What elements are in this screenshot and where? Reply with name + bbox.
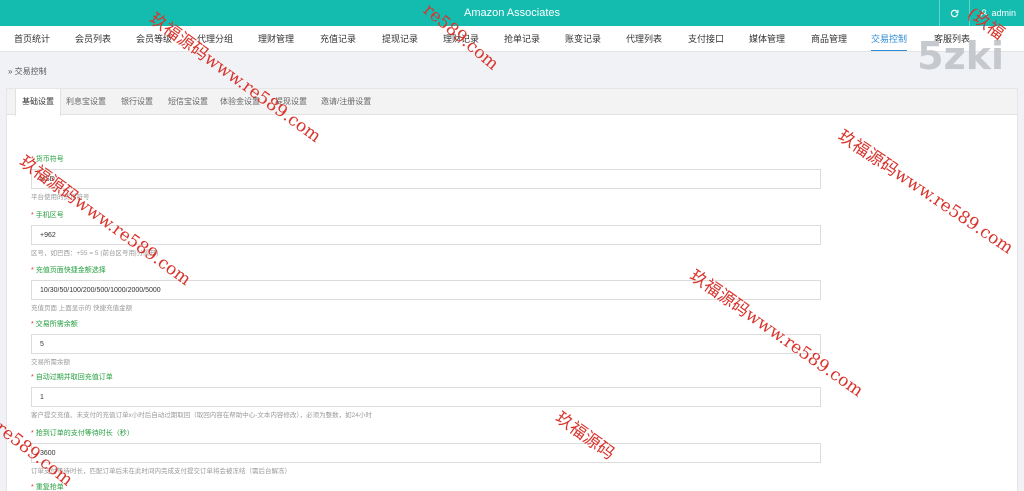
payment-wait-time-input[interactable]	[31, 443, 821, 463]
trade-min-balance-field: *交易所需余额 交易所需余额	[31, 320, 821, 367]
trade-min-balance-input[interactable]	[31, 334, 821, 354]
menu-item-customer-service[interactable]: 客服列表	[934, 26, 970, 51]
menu-item-order-records[interactable]: 抢单记录	[504, 26, 540, 51]
recharge-quick-amounts-input[interactable]	[31, 280, 821, 300]
auto-expire-recharge-field: *自动过期并取回充值订单 客户提交充值、未支付的充值订单x小时后自动过期取回（取…	[31, 373, 821, 420]
field-label: 充值页面快捷金额选择	[35, 267, 106, 274]
tab-basic[interactable]: 基础设置	[15, 89, 61, 116]
tab-withdraw[interactable]: 提现设置	[275, 89, 307, 115]
tab-bank[interactable]: 银行设置	[121, 89, 153, 115]
top-bar: Amazon Associates admin	[0, 0, 1024, 26]
required-mark: *	[31, 430, 34, 437]
required-mark: *	[31, 321, 34, 328]
menu-item-balance-records[interactable]: 账变记录	[565, 26, 601, 51]
field-hint: 充值页面 上面显示的 快捷充值金额	[31, 305, 133, 312]
required-mark: *	[31, 484, 34, 491]
tab-invite-register[interactable]: 邀请/注册设置	[321, 89, 371, 115]
menu-item-members[interactable]: 会员列表	[75, 26, 111, 51]
payment-wait-time-field: *抢到订单的支付等待时长（秒） 订单支付等待时长，匹配订单后未在此时间内完成支付…	[31, 429, 821, 476]
menu-item-agent-groups[interactable]: 代理分组	[197, 26, 233, 51]
field-label: 重复抢单	[35, 484, 64, 491]
menu-item-products[interactable]: 商品管理	[811, 26, 847, 51]
menu-item-finance[interactable]: 理财管理	[258, 26, 294, 51]
field-label: 交易所需余额	[35, 321, 78, 328]
field-label: 货币符号	[35, 156, 64, 163]
tab-sms[interactable]: 短信宝设置	[168, 89, 208, 115]
recharge-quick-amounts-field: *充值页面快捷金额选择 充值页面 上面显示的 快捷充值金额	[31, 266, 821, 313]
field-hint: 区号，如巴西：+55 = 5 (前台区号用|分隔开)	[31, 250, 159, 257]
menu-item-payment[interactable]: 支付接口	[688, 26, 724, 51]
main-menu: 首页统计 会员列表 会员等级 代理分组 理财管理 充值记录 提现记录 理财记录 …	[0, 26, 1024, 52]
menu-item-finance-records[interactable]: 理财记录	[443, 26, 479, 51]
app-title: Amazon Associates	[464, 7, 560, 19]
required-mark: *	[31, 374, 34, 381]
field-hint: 平台使用的货币符号	[31, 194, 90, 201]
menu-item-withdraw-records[interactable]: 提现记录	[382, 26, 418, 51]
required-mark: *	[31, 212, 34, 219]
menu-item-media[interactable]: 媒体管理	[749, 26, 785, 51]
refresh-button[interactable]	[939, 0, 969, 26]
required-mark: *	[31, 156, 34, 163]
field-label: 自动过期并取回充值订单	[35, 374, 113, 381]
top-actions: admin	[939, 0, 1024, 26]
menu-item-member-levels[interactable]: 会员等级	[136, 26, 172, 51]
menu-item-recharge-records[interactable]: 充值记录	[320, 26, 356, 51]
tab-interest[interactable]: 利息宝设置	[66, 89, 106, 115]
field-hint: 客户提交充值、未支付的充值订单x小时后自动过期取回（取回内容在帮助中心-文本内容…	[31, 412, 372, 419]
user-name: admin	[991, 8, 1016, 18]
tab-trial-fund[interactable]: 体验金设置	[220, 89, 260, 115]
field-label: 抢到订单的支付等待时长（秒）	[35, 430, 134, 437]
phone-area-code-input[interactable]	[31, 225, 821, 245]
currency-symbol-input[interactable]	[31, 169, 821, 189]
refresh-icon	[951, 9, 959, 17]
repeat-order-field: * 重复抢单	[31, 483, 821, 491]
currency-symbol-field: *货币符号 平台使用的货币符号	[31, 155, 821, 202]
settings-panel: 基础设置 利息宝设置 银行设置 短信宝设置 体验金设置 提现设置 邀请/注册设置…	[6, 88, 1018, 491]
phone-area-code-field: *手机区号 区号，如巴西：+55 = 5 (前台区号用|分隔开)	[31, 211, 821, 258]
settings-tabs: 基础设置 利息宝设置 银行设置 短信宝设置 体验金设置 提现设置 邀请/注册设置	[7, 89, 1017, 116]
user-menu[interactable]: admin	[969, 0, 1024, 26]
breadcrumb: » 交易控制	[8, 67, 47, 76]
field-hint: 交易所需余额	[31, 359, 70, 366]
menu-item-dashboard[interactable]: 首页统计	[14, 26, 50, 51]
required-mark: *	[31, 267, 34, 274]
menu-item-trade-control[interactable]: 交易控制	[871, 26, 908, 51]
menu-item-agents[interactable]: 代理列表	[626, 26, 662, 51]
field-label: 手机区号	[35, 212, 64, 219]
user-icon	[980, 9, 989, 17]
auto-expire-recharge-input[interactable]	[31, 387, 821, 407]
field-hint: 订单支付等待时长，匹配订单后未在此时间内完成支付提交订单将会被冻结（需后台解冻）	[31, 468, 291, 475]
